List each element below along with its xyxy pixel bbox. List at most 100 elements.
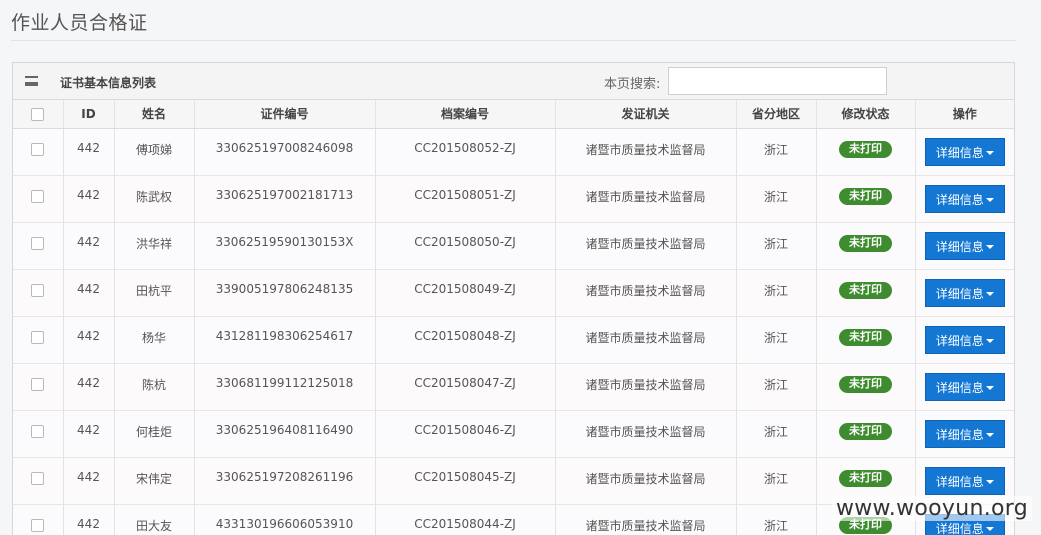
- select-all-checkbox[interactable]: [31, 107, 45, 121]
- title-divider: [11, 40, 1016, 41]
- cell-file-no: CC201508049-ZJ: [375, 269, 556, 317]
- cell-file-no: CC201508050-ZJ: [375, 222, 556, 270]
- detail-info-button[interactable]: 详细信息: [924, 419, 1005, 448]
- cell-name: 田杭平: [114, 269, 195, 317]
- cell-region: 浙江: [736, 504, 817, 535]
- row-checkbox[interactable]: [31, 142, 45, 156]
- cell-id: 442: [63, 222, 115, 270]
- cell-file-no: CC201508046-ZJ: [375, 410, 556, 458]
- detail-info-button[interactable]: 详细信息: [924, 184, 1005, 213]
- chevron-down-icon: [985, 386, 994, 390]
- cell-id: 442: [63, 457, 115, 505]
- chevron-down-icon: [985, 480, 994, 484]
- cell-authority: 诸暨市质量技术监督局: [555, 269, 737, 317]
- cell-actions: 详细信息: [915, 128, 1014, 176]
- detail-info-label: 详细信息: [935, 333, 984, 348]
- cell-status: 未打印: [816, 128, 916, 176]
- row-select-cell: [13, 316, 64, 364]
- status-badge: 未打印: [839, 469, 892, 487]
- cell-region: 浙江: [736, 316, 817, 364]
- detail-info-button[interactable]: 详细信息: [924, 137, 1005, 166]
- cell-cert-no: 330625197002181713: [194, 175, 376, 223]
- row-checkbox[interactable]: [31, 518, 45, 532]
- status-badge: 未打印: [839, 328, 892, 346]
- detail-info-button[interactable]: 详细信息: [924, 231, 1005, 260]
- cell-name: 洪华祥: [114, 222, 195, 270]
- chevron-down-icon: [985, 433, 994, 437]
- column-header-region[interactable]: 省分地区: [736, 100, 817, 129]
- row-checkbox[interactable]: [31, 330, 45, 344]
- detail-info-button[interactable]: 详细信息: [924, 278, 1005, 307]
- table-row: 442 田杭平 339005197806248135 CC201508049-ZJ 诸暨…: [13, 269, 1014, 317]
- table-row: 442 傅项娣 330625197008246098 CC201508052-ZJ 诸暨…: [13, 128, 1014, 176]
- table-row: 442 陈武权 330625197002181713 CC201508051-ZJ 诸暨…: [13, 175, 1014, 223]
- row-checkbox[interactable]: [31, 424, 45, 438]
- column-header-name[interactable]: 姓名: [114, 100, 195, 129]
- chevron-down-icon: [985, 527, 994, 531]
- status-badge: 未打印: [839, 140, 892, 158]
- row-checkbox[interactable]: [31, 236, 45, 250]
- certificate-list-panel: 证书基本信息列表 本页搜索: ID 姓名 证件编号 档案编号 发证机关 省分地区…: [12, 62, 1015, 535]
- column-header-cert-no[interactable]: 证件编号: [194, 100, 376, 129]
- detail-info-label: 详细信息: [935, 474, 984, 489]
- cell-authority: 诸暨市质量技术监督局: [555, 363, 737, 411]
- table-row: 442 杨华 431281198306254617 CC201508048-ZJ 诸暨市…: [13, 316, 1014, 364]
- search-label: 本页搜索:: [604, 77, 661, 92]
- cell-authority: 诸暨市质量技术监督局: [555, 175, 737, 223]
- cell-status: 未打印: [816, 222, 916, 270]
- cell-id: 442: [63, 410, 115, 458]
- cell-cert-no: 339005197806248135: [194, 269, 376, 317]
- cell-authority: 诸暨市质量技术监督局: [555, 222, 737, 270]
- table-header-row: ID 姓名 证件编号 档案编号 发证机关 省分地区 修改状态 操作: [13, 100, 1014, 129]
- cell-status: 未打印: [816, 175, 916, 223]
- cell-actions: 详细信息: [915, 410, 1014, 458]
- column-header-id[interactable]: ID: [63, 100, 115, 129]
- column-header-authority[interactable]: 发证机关: [555, 100, 737, 129]
- cell-authority: 诸暨市质量技术监督局: [555, 410, 737, 458]
- cell-id: 442: [63, 269, 115, 317]
- status-badge: 未打印: [839, 375, 892, 393]
- table-row: 442 洪华祥 33062519590130153X CC201508050-ZJ 诸暨…: [13, 222, 1014, 270]
- row-select-cell: [13, 504, 64, 535]
- chevron-down-icon: [985, 151, 994, 155]
- panel-title: 证书基本信息列表: [60, 76, 157, 90]
- column-header-actions: 操作: [915, 100, 1014, 129]
- cell-cert-no: 330625197008246098: [194, 128, 376, 176]
- row-checkbox[interactable]: [31, 189, 45, 203]
- detail-info-label: 详细信息: [935, 239, 984, 254]
- cell-name: 傅项娣: [114, 128, 195, 176]
- detail-info-label: 详细信息: [935, 380, 984, 395]
- cell-region: 浙江: [736, 457, 817, 505]
- cell-actions: 详细信息: [915, 175, 1014, 223]
- row-checkbox[interactable]: [31, 283, 45, 297]
- cell-status: 未打印: [816, 269, 916, 317]
- cell-name: 何桂炬: [114, 410, 195, 458]
- cell-cert-no: 330625197208261196: [194, 457, 376, 505]
- detail-info-label: 详细信息: [935, 192, 984, 207]
- cell-name: 杨华: [114, 316, 195, 364]
- cell-region: 浙江: [736, 363, 817, 411]
- row-checkbox[interactable]: [31, 377, 45, 391]
- detail-info-button[interactable]: 详细信息: [924, 372, 1005, 401]
- cell-id: 442: [63, 128, 115, 176]
- chevron-down-icon: [985, 245, 994, 249]
- detail-info-button[interactable]: 详细信息: [924, 325, 1005, 354]
- chevron-down-icon: [985, 198, 994, 202]
- row-select-cell: [13, 222, 64, 270]
- cell-cert-no: 433130196606053910: [194, 504, 376, 535]
- status-badge: 未打印: [839, 187, 892, 205]
- column-header-status[interactable]: 修改状态: [816, 100, 916, 129]
- cell-authority: 诸暨市质量技术监督局: [555, 316, 737, 364]
- table-row: 442 陈杭 330681199112125018 CC201508047-ZJ 诸暨市…: [13, 363, 1014, 411]
- row-checkbox[interactable]: [31, 471, 45, 485]
- row-select-cell: [13, 457, 64, 505]
- column-header-file-no[interactable]: 档案编号: [375, 100, 556, 129]
- cell-cert-no: 330681199112125018: [194, 363, 376, 411]
- cell-status: 未打印: [816, 410, 916, 458]
- status-badge: 未打印: [839, 234, 892, 252]
- cell-region: 浙江: [736, 222, 817, 270]
- cell-id: 442: [63, 316, 115, 364]
- status-badge: 未打印: [839, 422, 892, 440]
- detail-info-button[interactable]: 详细信息: [924, 466, 1005, 495]
- page-search-input[interactable]: [668, 67, 887, 95]
